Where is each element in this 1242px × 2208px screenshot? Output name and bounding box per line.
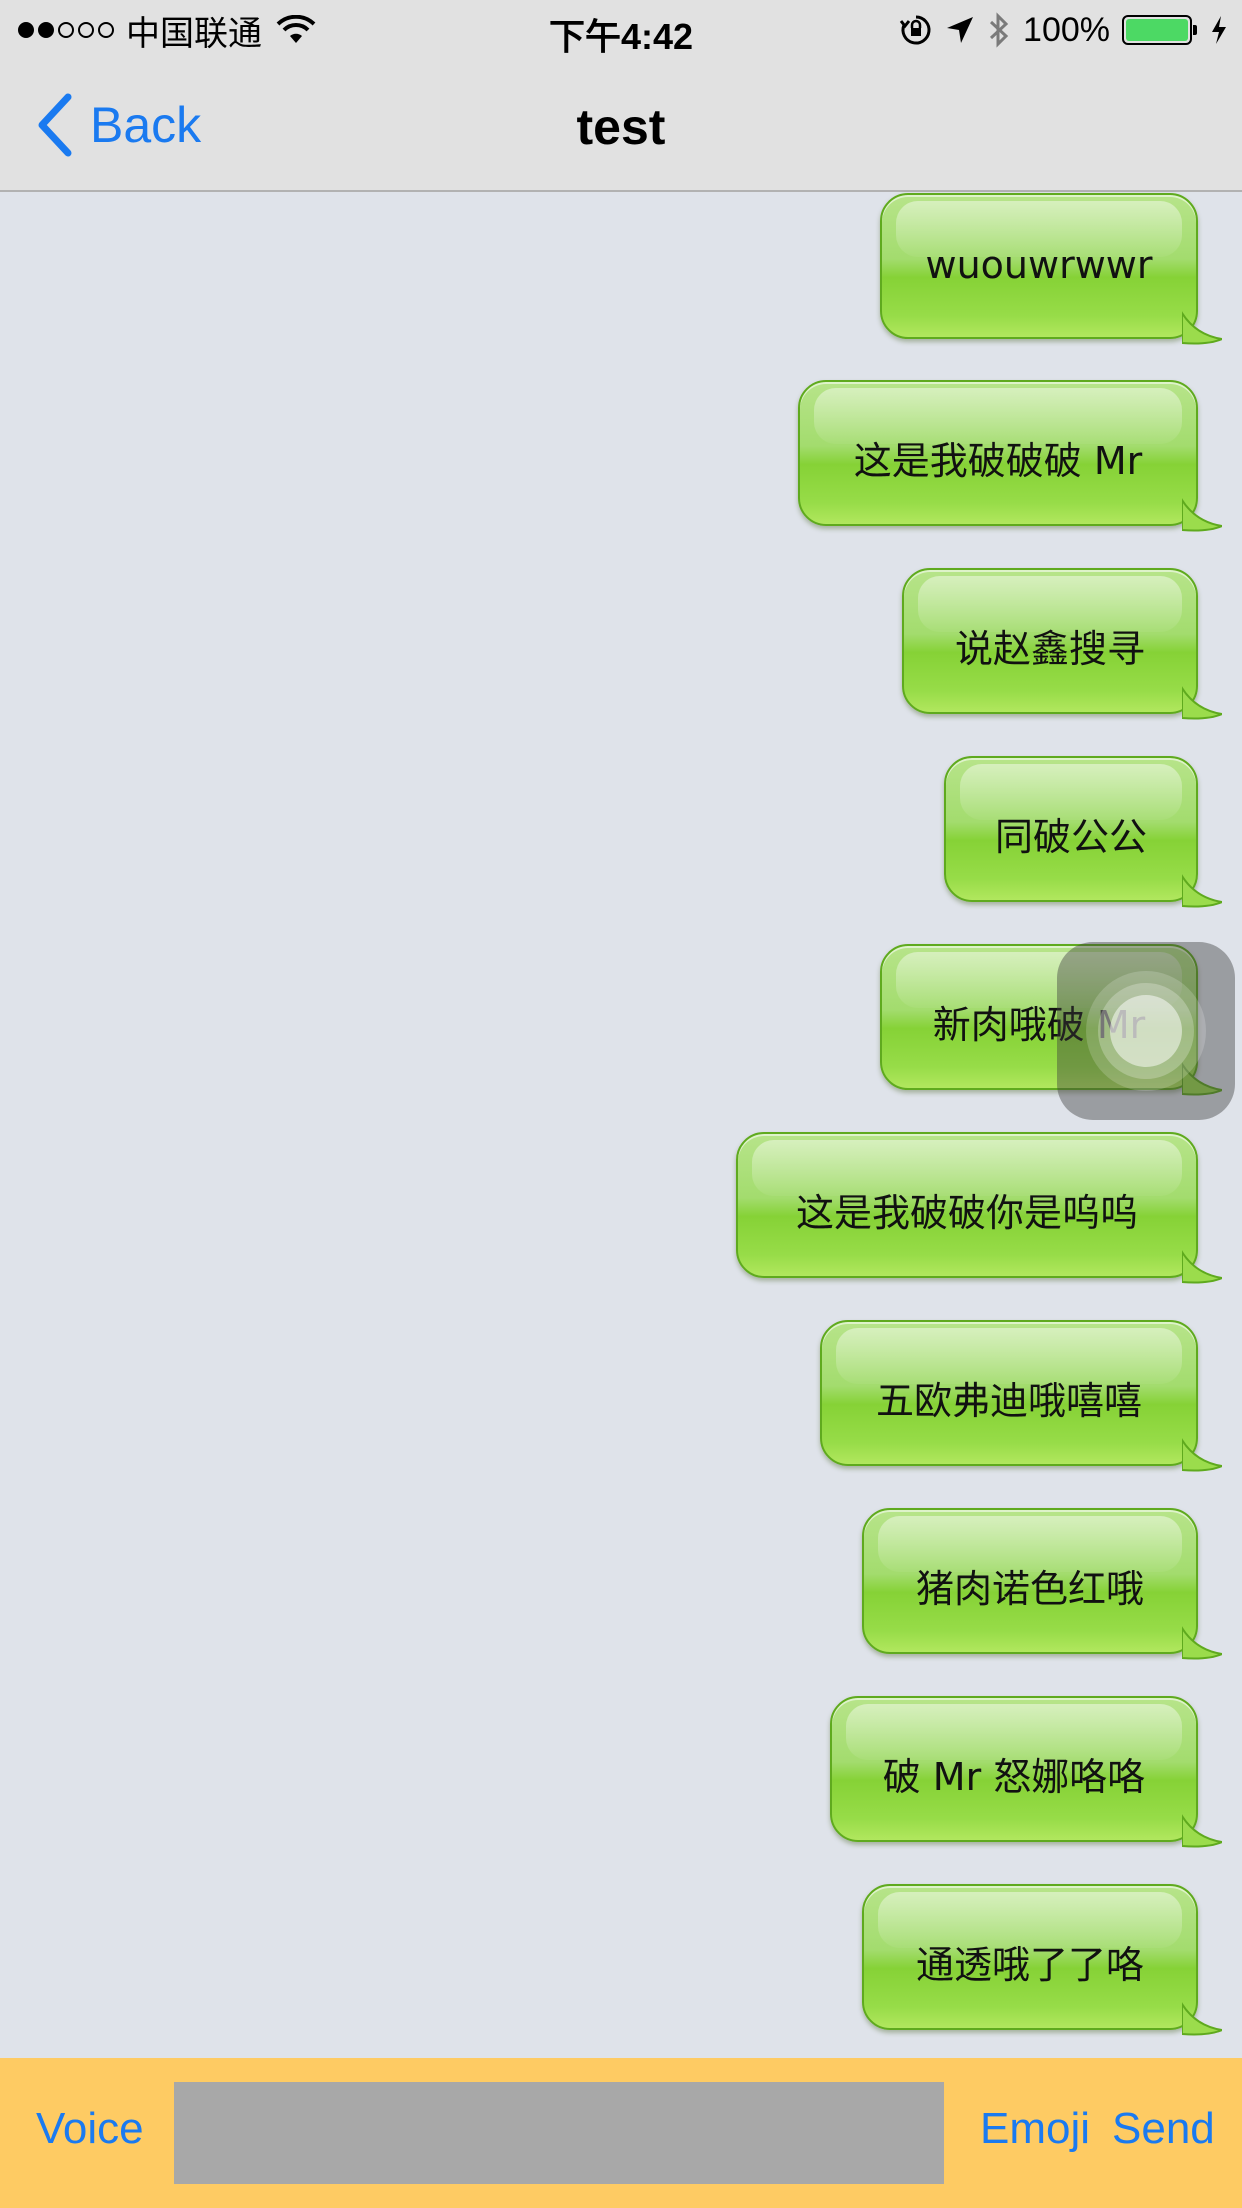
message-bubble[interactable]: 五欧弗迪哦嘻嘻 [820,1320,1222,1472]
message-text: wuouwrwwr [925,243,1153,287]
message-bubble[interactable]: 这是我破破你是呜呜 [736,1132,1222,1284]
charging-icon [1212,16,1226,44]
bubble-tail-icon [1182,686,1222,720]
navigation-bar: Back test [0,60,1242,192]
message-text: 同破公公 [994,815,1147,859]
message-bubble[interactable]: 这是我破破破 Mr [798,380,1222,532]
orientation-lock-icon [899,15,931,45]
message-bubble[interactable]: 说赵鑫搜寻 [902,568,1222,720]
bubble-tail-icon [1182,1814,1222,1848]
assistive-touch-button[interactable] [1057,942,1235,1120]
message-bubble[interactable]: 通透哦了了咯 [862,1884,1222,2036]
message-text: 说赵鑫搜寻 [954,627,1145,671]
message-bubble[interactable]: wuouwrwwr [880,193,1222,345]
message-text: 这是我破破你是呜呜 [795,1191,1138,1235]
status-right: 100% [899,10,1228,50]
location-icon [947,17,974,43]
bluetooth-icon [990,12,1009,48]
message-bubble[interactable]: 同破公公 [944,756,1222,908]
message-list[interactable]: wuouwrwwr 这是我破破破 Mr 说赵鑫搜寻 同破公公 新肉哦破 Mr 这… [0,193,1242,2058]
page-title: test [576,99,666,155]
message-bubble[interactable]: 猪肉诺色红哦 [862,1508,1222,1660]
battery-percent: 100% [1023,10,1110,49]
battery-level [1126,19,1188,41]
battery-icon [1122,15,1197,45]
message-bubble[interactable]: 破 Mr 怒娜咯咯 [830,1696,1222,1848]
status-bar: 中国联通 下午4:42 100% [0,0,1242,60]
input-toolbar: Voice Emoji Send [0,2058,1242,2208]
bubble-tail-icon [1182,874,1222,908]
bubble-tail-icon [1182,1626,1222,1660]
message-text: 这是我破破破 Mr [853,439,1143,483]
voice-button[interactable]: Voice [36,2104,144,2154]
message-text: 通透哦了了咯 [915,1943,1144,1987]
bubble-tail-icon [1182,1250,1222,1284]
bubble-tail-icon [1182,311,1222,345]
message-input[interactable] [174,2082,944,2184]
message-text: 破 Mr 怒娜咯咯 [882,1755,1146,1799]
chat-screen: 中国联通 下午4:42 100% Back test wuouwrwwr 这是我… [0,0,1242,2208]
bubble-tail-icon [1182,1438,1222,1472]
bubble-tail-icon [1182,498,1222,532]
bubble-tail-icon [1182,2002,1222,2036]
send-button[interactable]: Send [1112,2104,1215,2154]
emoji-button[interactable]: Emoji [980,2104,1090,2154]
message-text: 猪肉诺色红哦 [915,1567,1144,1611]
message-text: 五欧弗迪哦嘻嘻 [875,1379,1142,1423]
